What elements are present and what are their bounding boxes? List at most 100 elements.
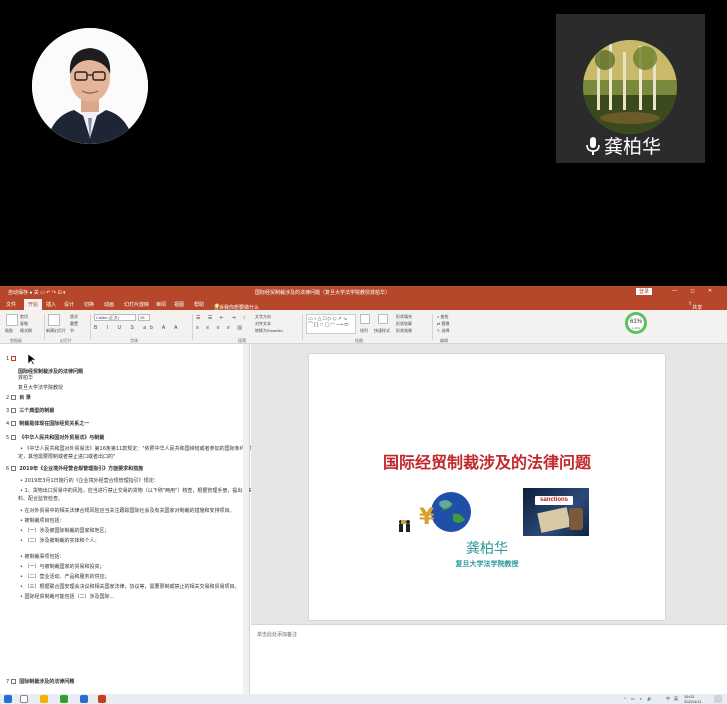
outline-slide-item[interactable]: 7 国际制裁涉及的法律问题: [6, 678, 74, 685]
font-size-select[interactable]: 28: [138, 314, 150, 321]
outline-text: • （一）与被制裁国家的贸易和投资；: [20, 564, 105, 570]
remote-participant-tile[interactable]: 龚柏华: [556, 14, 705, 163]
outline-text-line[interactable]: • 被制裁项目包括：: [20, 517, 65, 524]
network-speed-widget[interactable]: 61% 1.1K/s: [625, 312, 647, 334]
outline-text-line[interactable]: 复旦大学法学院教授: [18, 384, 63, 391]
outline-text-line[interactable]: • 《中华人民共和国对外贸易法》第16条第11款规定："依照中华人民共和国缔结或…: [20, 445, 270, 452]
outline-text-line[interactable]: • （一）与被制裁国家的贸易和投资；: [20, 563, 105, 570]
tab-insert[interactable]: 插入: [46, 301, 56, 308]
slide-editor: 国际经贸制裁涉及的法律问题 ¥ sanctions 龚柏华 复旦大学法学院教授 …: [251, 344, 727, 694]
microphone-icon[interactable]: [586, 136, 600, 156]
slide-author-affiliation[interactable]: 复旦大学法学院教授: [309, 559, 665, 569]
slide-title[interactable]: 国际经贸制裁涉及的法律问题: [309, 449, 665, 473]
slide-author-name[interactable]: 龚柏华: [309, 538, 665, 558]
system-tray-icons[interactable]: ^ ▭ ◐ 🔊: [624, 696, 654, 701]
powerpoint-icon[interactable]: [98, 695, 106, 703]
tab-file[interactable]: 文件: [6, 301, 16, 308]
notification-icon[interactable]: [714, 695, 722, 703]
outline-slide-item[interactable]: 4 制裁是体现在国际经贸关系之一: [6, 420, 89, 427]
section-button[interactable]: 节: [70, 328, 74, 334]
outline-text: • （二）营业活动、产品和服务的供应；: [20, 574, 110, 580]
speaker-avatar[interactable]: [32, 28, 148, 144]
tab-design[interactable]: 设计: [64, 301, 74, 308]
shape-outline-button[interactable]: 形状轮廓: [396, 321, 412, 327]
tab-transitions[interactable]: 切换: [84, 301, 94, 308]
sanctions-image[interactable]: sanctions: [523, 488, 589, 536]
slide-icon: [11, 435, 17, 440]
ime-indicator[interactable]: 中: [666, 696, 670, 702]
share-button[interactable]: ⇪ 共享: [688, 301, 702, 311]
quick-access-toolbar[interactable]: 自动保存 ● 关 ▭ ↶ ↷ ⊡ ▾: [8, 289, 66, 296]
outline-slide-item[interactable]: 2 目 录: [6, 394, 31, 401]
file-explorer-icon[interactable]: [40, 695, 48, 703]
tab-help[interactable]: 帮助: [194, 301, 204, 308]
text-direction-button[interactable]: 文字方向: [255, 314, 271, 320]
quick-styles-icon[interactable]: [378, 314, 388, 324]
shape-fill-button[interactable]: 形状填充: [396, 314, 412, 320]
outline-text-line[interactable]: • （一）涉及被国际制裁的国家和地区；: [20, 527, 110, 534]
list-buttons[interactable]: ☰ ☰ ⇤ ⇥ ↕: [196, 315, 248, 321]
outline-text-line[interactable]: • 在对外贸易中的相关法律合规风险应当关注跟踪国际社会及有关国家对制裁的措施和安…: [20, 507, 235, 514]
format-painter-button[interactable]: 格式刷: [20, 328, 32, 334]
outline-text-line[interactable]: • （三）根据联合国安理会决议和相关国家法律，协议等，需要限制或禁止的相关交易和…: [20, 583, 240, 590]
outline-text-line[interactable]: • 1、货物出口贸易中的风险，应当进行禁止交易的货物（以下称"两用"）核查，根据…: [20, 487, 257, 494]
outline-text-line[interactable]: • （二）涉及被制裁的实体和个人。: [20, 537, 100, 544]
outline-text-line[interactable]: • 国际经贸制裁可能包括（二）涉及国际...: [20, 593, 114, 600]
lang-indicator[interactable]: 英: [674, 696, 678, 702]
meeting-app-icon[interactable]: [80, 695, 88, 703]
tab-slideshow[interactable]: 幻灯片放映: [124, 301, 149, 308]
find-button[interactable]: ⌕ 查找: [437, 314, 448, 320]
font-name-select[interactable]: Calibri (正文): [94, 314, 136, 321]
window-controls[interactable]: — ◻ ✕: [672, 288, 718, 294]
tab-review[interactable]: 审阅: [156, 301, 166, 308]
outline-text-line[interactable]: 料、配合监管检查。: [18, 495, 63, 502]
outline-slide-item[interactable]: 3 三个典型的制裁: [6, 407, 54, 414]
paste-icon[interactable]: [6, 314, 18, 326]
mouse-cursor-icon: [28, 354, 36, 366]
outline-text: • （二）涉及被制裁的实体和个人。: [20, 538, 100, 544]
select-button[interactable]: ↖ 选择: [437, 328, 449, 334]
outline-text-line[interactable]: 龚柏华: [18, 374, 33, 381]
outline-slide-item[interactable]: 6 2019年《企业境外经营合规管理指引》方面要求和措施: [6, 465, 143, 472]
tab-view[interactable]: 视图: [174, 301, 184, 308]
outline-text-line[interactable]: • 被制裁事项包括：: [20, 553, 65, 560]
outline-text: • （一）涉及被国际制裁的国家和地区；: [20, 528, 110, 534]
layout-button[interactable]: 版式: [70, 314, 78, 320]
currency-symbol: ¥: [419, 505, 435, 530]
windows-start-icon[interactable]: [4, 695, 12, 703]
wechat-icon[interactable]: [60, 695, 68, 703]
login-button[interactable]: 登录: [636, 288, 653, 295]
arrange-icon[interactable]: [360, 314, 370, 324]
new-slide-icon[interactable]: [48, 314, 60, 326]
document-title: 国际经贸制裁涉及的法律问题（复旦大学法学院教授龚柏华）: [255, 290, 391, 296]
tab-home[interactable]: 开始: [24, 299, 43, 310]
tab-animations[interactable]: 动画: [104, 301, 114, 308]
document-icon: [537, 507, 571, 533]
align-text-button[interactable]: 对齐文本: [255, 321, 271, 327]
outline-pane[interactable]: 1 国际经贸制裁涉及的法律问题 龚柏华复旦大学法学院教授 2 目 录 3 三个典型的制裁 4 制…: [0, 344, 270, 694]
search-icon[interactable]: [20, 695, 28, 703]
outline-text-line[interactable]: • （二）营业活动、产品和服务的供应；: [20, 573, 110, 580]
smartart-button[interactable]: 转换为SmartArt: [255, 328, 283, 334]
replace-button[interactable]: ⇄ 替换: [437, 321, 449, 327]
outline-text-line[interactable]: 定，其他需要限制或者禁止进口或者出口的": [18, 453, 115, 460]
outline-text: • 1、货物出口贸易中的风险，应当进行禁止交易的货物（以下称"两用"）核查，根据…: [20, 488, 258, 494]
search-icon: ⌕: [437, 314, 440, 319]
outline-scrollbar[interactable]: [243, 344, 249, 694]
current-slide[interactable]: 国际经贸制裁涉及的法律问题 ¥ sanctions 龚柏华 复旦大学法学院教授: [309, 354, 665, 620]
shapes-gallery[interactable]: ▭○△⬠▷◇↗↘ ⌒{}☆▢◠⟶⬭: [306, 314, 356, 334]
font-format-buttons[interactable]: B I U S ab A A: [94, 325, 181, 331]
shape-effects-button[interactable]: 形状效果: [396, 328, 412, 334]
outline-slide-item[interactable]: 1 国际经贸制裁涉及的法律问题: [6, 356, 83, 375]
outline-text: 复旦大学法学院教授: [18, 385, 64, 391]
outline-slide-item[interactable]: 5 《中华人民共和国对外贸易法》与制裁: [6, 434, 104, 441]
notes-pane[interactable]: 单击此处添加备注: [251, 624, 727, 694]
clock[interactable]: 15:03 2022/4/11: [684, 694, 702, 704]
reset-button[interactable]: 重置: [70, 321, 78, 327]
copy-button[interactable]: 复制: [20, 321, 28, 327]
cut-button[interactable]: 剪切: [20, 314, 28, 320]
align-buttons[interactable]: ≡ ≡ ≡ ≡ ▥: [196, 325, 245, 331]
globe-currency-image[interactable]: ¥: [397, 490, 479, 536]
outline-text: 目 录: [19, 395, 31, 401]
outline-text-line[interactable]: • 2019年3月1日施行的《企业境外经营合规管理指引》规定：: [20, 477, 159, 484]
